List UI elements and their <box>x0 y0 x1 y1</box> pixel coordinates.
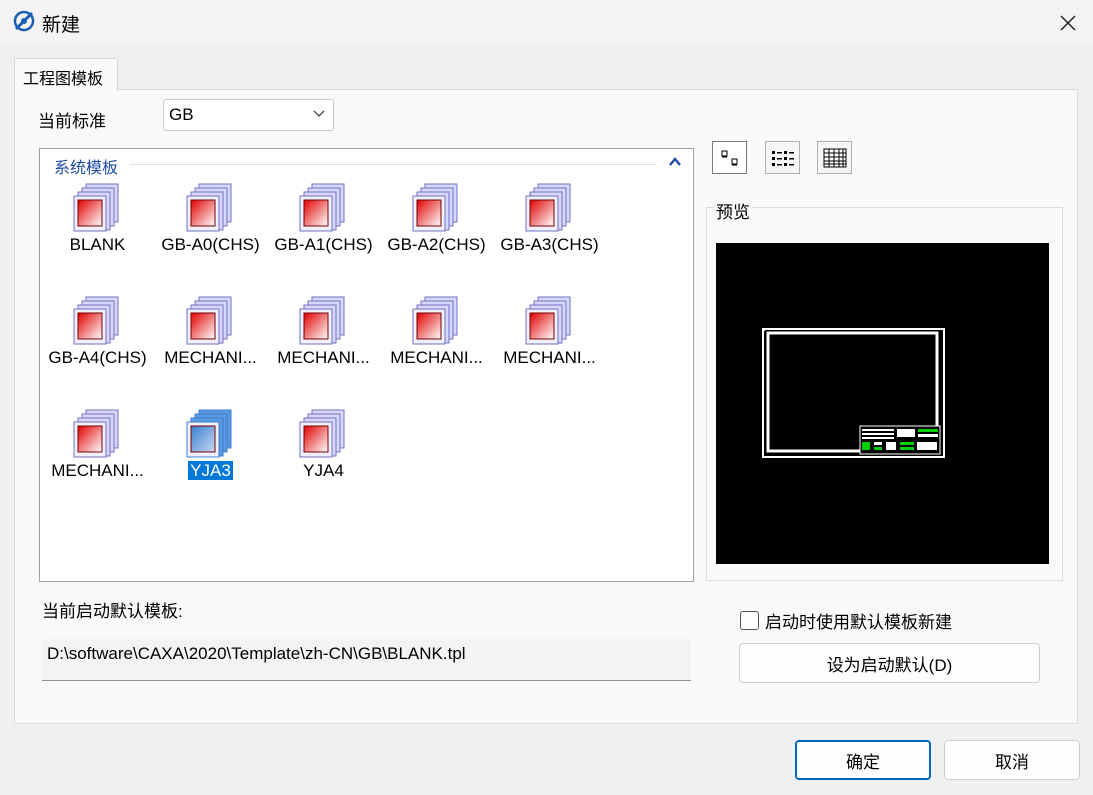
chevron-down-icon <box>313 110 325 117</box>
template-item-label: GB-A3(CHS) <box>500 235 599 254</box>
template-file-icon <box>186 296 232 345</box>
template-item-label: GB-A0(CHS) <box>161 235 260 254</box>
large-icons-view-icon <box>721 150 737 165</box>
template-item[interactable]: GB-A3(CHS) <box>493 149 606 259</box>
set-startup-default-button[interactable]: 设为启动默认(D) <box>739 643 1040 683</box>
template-item[interactable]: MECHANI... <box>380 262 493 372</box>
startup-default-label: 当前启动默认模板: <box>42 602 183 621</box>
ok-button[interactable]: 确定 <box>795 740 931 780</box>
template-item-label: YJA3 <box>188 461 233 480</box>
template-item[interactable]: GB-A0(CHS) <box>154 149 267 259</box>
standard-select[interactable]: GB <box>163 99 334 131</box>
use-default-checkbox-label: 启动时使用默认模板新建 <box>765 613 952 632</box>
details-view-button[interactable] <box>817 141 852 174</box>
template-file-icon <box>412 296 458 345</box>
template-file-icon <box>525 296 571 345</box>
template-item[interactable]: YJA4 <box>267 375 380 485</box>
template-file-icon <box>299 296 345 345</box>
template-file-icon <box>73 409 119 458</box>
template-file-icon <box>73 296 119 345</box>
template-file-icon <box>299 183 345 232</box>
template-file-icon <box>186 183 232 232</box>
title-bar: 新建 <box>0 0 1093 46</box>
template-file-icon <box>73 183 119 232</box>
template-file-icon <box>299 409 345 458</box>
template-item[interactable]: GB-A1(CHS) <box>267 149 380 259</box>
list-view-button[interactable] <box>765 141 800 174</box>
tab-drawing-templates[interactable]: 工程图模板 <box>14 58 118 91</box>
caxa-app-icon <box>13 10 35 32</box>
template-item-label: GB-A2(CHS) <box>387 235 486 254</box>
template-item-label: GB-A1(CHS) <box>274 235 373 254</box>
template-item-label: MECHANI... <box>277 348 370 367</box>
template-item-label: MECHANI... <box>390 348 483 367</box>
template-item[interactable]: GB-A4(CHS) <box>41 262 154 372</box>
large-icons-view-button[interactable] <box>712 141 747 174</box>
drawing-preview <box>762 328 945 458</box>
close-button[interactable] <box>1043 0 1093 46</box>
use-default-checkbox[interactable] <box>740 611 759 630</box>
template-item-label: BLANK <box>69 235 126 254</box>
template-file-icon <box>412 183 458 232</box>
window-title: 新建 <box>42 15 81 36</box>
template-item-label: MECHANI... <box>503 348 596 367</box>
standard-select-value: GB <box>169 105 194 124</box>
collapse-caret-icon[interactable] <box>669 157 681 166</box>
template-item-label: YJA4 <box>303 461 344 480</box>
template-file-icon <box>186 409 232 458</box>
template-file-icon <box>525 183 571 232</box>
template-item-label: MECHANI... <box>51 461 144 480</box>
standard-label: 当前标准 <box>38 112 106 131</box>
template-item[interactable]: YJA3 <box>154 375 267 485</box>
template-item[interactable]: GB-A2(CHS) <box>380 149 493 259</box>
list-view-icon <box>771 150 794 166</box>
template-item[interactable]: BLANK <box>41 149 154 259</box>
template-item[interactable]: MECHANI... <box>267 262 380 372</box>
template-item-label: GB-A4(CHS) <box>48 348 147 367</box>
close-icon <box>1060 15 1076 31</box>
template-item-label: MECHANI... <box>164 348 257 367</box>
template-list[interactable]: 系统模板 BLANK GB-A0(CHS) GB-A1(CHS) GB-A2(CHS)… <box>39 148 694 582</box>
details-view-icon <box>823 148 846 167</box>
title-block-preview <box>859 425 941 455</box>
template-item[interactable]: MECHANI... <box>41 375 154 485</box>
preview-label: 预览 <box>714 198 752 223</box>
cancel-button[interactable]: 取消 <box>944 740 1080 780</box>
startup-default-path-field[interactable]: D:\software\CAXA\2020\Template\zh-CN\GB\… <box>42 639 691 681</box>
template-item[interactable]: MECHANI... <box>154 262 267 372</box>
use-default-checkbox-row[interactable]: 启动时使用默认模板新建 <box>740 608 952 633</box>
preview-canvas <box>716 243 1049 564</box>
template-item[interactable]: MECHANI... <box>493 262 606 372</box>
